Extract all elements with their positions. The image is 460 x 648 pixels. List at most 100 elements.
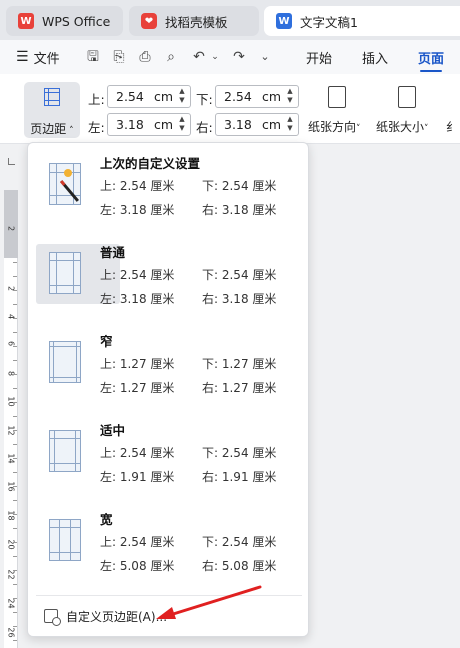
ruler-tick (13, 444, 17, 445)
custom-margins-button[interactable]: 自定义页边距(A)... (36, 601, 302, 631)
preset-top: 上: 2.54 厘米 (100, 268, 175, 282)
margins-icon (44, 88, 60, 106)
chevron-down-icon: ˅ (424, 124, 429, 134)
ruler-tick (13, 570, 17, 571)
ruler-tick (13, 374, 17, 375)
tab-label: 找稻壳模板 (165, 14, 228, 30)
ruler-tick (13, 514, 17, 515)
page-margins-icon (49, 341, 81, 383)
preset-title: 适中 (100, 423, 126, 438)
ruler-tick (13, 318, 17, 319)
chevron-up-icon: ˄ (66, 126, 74, 136)
ruler-number: 20 (6, 539, 16, 550)
paper-size-icon[interactable] (398, 86, 416, 108)
ruler-number: 6 (6, 340, 16, 347)
right-margin-label: 右: (196, 120, 213, 135)
spinner-arrows-icon[interactable]: ▲ ▼ (177, 87, 187, 105)
ruler-tick (13, 584, 17, 585)
orientation-button[interactable]: 纸张方向˅ (308, 118, 361, 135)
ruler-tick (13, 402, 17, 403)
top-margin-label: 上: (88, 92, 105, 107)
paper-size-button[interactable]: 纸张大小˅ (376, 118, 429, 135)
ruler-tick (13, 542, 17, 543)
margins-button[interactable]: 页边距 ˄ (24, 82, 80, 138)
chevron-down-icon[interactable]: ⌄ (256, 48, 274, 66)
top-margin-input[interactable]: 2.54 cm ▲ ▼ (107, 85, 191, 108)
chevron-down-icon[interactable]: ⌄ (206, 48, 224, 66)
chevron-down-icon: ˅ (356, 124, 361, 134)
tab-home[interactable]: 开始 (306, 40, 332, 74)
ruler-tick (13, 598, 17, 599)
spinner-arrows-icon[interactable]: ▲ ▼ (285, 115, 295, 133)
ruler-tick (13, 556, 17, 557)
preset-top: 上: 2.54 厘米 (100, 535, 175, 549)
hamburger-icon: ☰ (16, 49, 29, 65)
tab-wps-office[interactable]: W WPS Office (6, 6, 123, 36)
tab-insert[interactable]: 插入 (362, 40, 388, 74)
print-icon[interactable]: ⎙ (136, 48, 154, 66)
tab-page[interactable]: 页面 (418, 40, 444, 74)
ruler-tick (13, 626, 17, 627)
file-menu[interactable]: ☰ 文件 (16, 40, 60, 74)
ruler-number: 26 (6, 627, 16, 638)
preset-left: 左: 3.18 厘米 (100, 292, 175, 306)
ruler-tick (13, 612, 17, 613)
preset-title: 窄 (100, 334, 113, 349)
page-margins-icon (49, 430, 81, 472)
bottom-margin-input[interactable]: 2.54 cm ▲ ▼ (215, 85, 299, 108)
ruler-tick (13, 346, 17, 347)
ruler-tick (13, 388, 17, 389)
preset-right: 右: 5.08 厘米 (202, 559, 277, 573)
preset-left: 左: 1.27 厘米 (100, 381, 175, 395)
menu-divider (36, 595, 302, 596)
ruler-tick (13, 360, 17, 361)
tab-label: 文字文稿1 (300, 14, 358, 30)
redo-icon[interactable]: ↷ (230, 48, 248, 66)
page-margins-icon (49, 163, 81, 205)
ruler-number: 2 (6, 285, 16, 292)
margin-preset-option[interactable]: 上次的自定义设置 上: 2.54 厘米 下: 2.54 厘米 左: 3.18 厘米 右:… (36, 155, 302, 239)
ruler-tick (13, 276, 17, 277)
corner-marker (8, 158, 15, 165)
page-margins-icon (49, 519, 81, 561)
margin-preset-option[interactable]: 适中上: 2.54 厘米 下: 2.54 厘米左: 1.91 厘米 右: 1.91 … (36, 422, 302, 506)
print-preview-icon[interactable]: ⌕ (162, 48, 180, 66)
docer-logo-icon: ❤ (141, 13, 157, 29)
tab-template[interactable]: ❤ 找稻壳模板 (129, 6, 259, 36)
right-margin-input[interactable]: 3.18 cm ▲ ▼ (215, 113, 299, 136)
ruler-tick (13, 262, 17, 263)
document-canvas[interactable] (309, 144, 460, 648)
preset-bottom: 下: 2.54 厘米 (202, 446, 277, 460)
preset-right: 右: 1.27 厘米 (202, 381, 277, 395)
export-icon[interactable]: ⎘ (110, 48, 128, 66)
ruler-tick (13, 458, 17, 459)
preset-right: 右: 3.18 厘米 (202, 292, 277, 306)
preset-left: 左: 5.08 厘米 (100, 559, 175, 573)
preset-top: 上: 1.27 厘米 (100, 357, 175, 371)
custom-star-icon (64, 169, 72, 177)
margin-preset-option[interactable]: 窄上: 1.27 厘米 下: 1.27 厘米 左: 1.27 厘米 右: 1.27 厘… (36, 333, 302, 417)
ruler-number: 4 (6, 313, 16, 320)
preset-right: 右: 1.91 厘米 (202, 470, 277, 484)
bottom-margin-label: 下: (196, 92, 213, 107)
orientation-icon[interactable] (328, 86, 346, 108)
more-ribbon-button[interactable]: 纟 (446, 118, 458, 135)
save-icon[interactable]: 🖫 (84, 48, 102, 66)
margin-preset-option[interactable]: 普通 上: 2.54 厘米 下: 2.54 厘米 左: 3.18 厘米 右: 3.18 … (36, 244, 302, 328)
preset-title: 上次的自定义设置 (100, 156, 201, 171)
ruler-tick (13, 416, 17, 417)
preset-left: 左: 1.91 厘米 (100, 470, 175, 484)
spinner-arrows-icon[interactable]: ▲ ▼ (285, 87, 295, 105)
tab-document[interactable]: W 文字文稿1 (264, 6, 460, 36)
preset-title: 普通 (100, 245, 126, 260)
preset-top: 上: 2.54 厘米 (100, 446, 175, 460)
preset-title: 宽 (100, 512, 113, 527)
spinner-arrows-icon[interactable]: ▲ ▼ (177, 115, 187, 133)
margin-preset-option[interactable]: 宽上: 2.54 厘米 下: 2.54 厘米左: 5.08 厘米 右: 5.08 厘… (36, 511, 302, 595)
pen-icon (59, 180, 80, 202)
left-margin-input[interactable]: 3.18 cm ▲ ▼ (107, 113, 191, 136)
preset-bottom: 下: 2.54 厘米 (202, 535, 277, 549)
custom-settings-icon (44, 609, 61, 626)
ruler-tick (13, 430, 17, 431)
margins-dropdown: 自定义页边距(A)... 上次的自定义设置 上: 2.54 厘米 下: 2.54 厘… (27, 142, 309, 637)
